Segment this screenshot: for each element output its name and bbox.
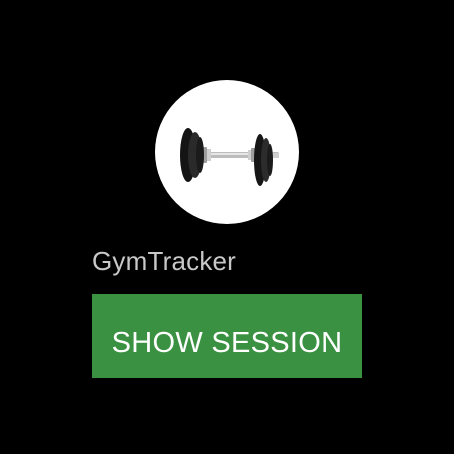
watch-screen: GymTracker SHOW SESSION — [0, 0, 454, 454]
dumbbell-icon — [180, 128, 279, 186]
app-icon — [155, 80, 299, 224]
app-name: GymTracker — [92, 246, 237, 276]
show-session-button[interactable]: SHOW SESSION — [92, 294, 362, 378]
show-session-label: SHOW SESSION — [111, 326, 343, 359]
